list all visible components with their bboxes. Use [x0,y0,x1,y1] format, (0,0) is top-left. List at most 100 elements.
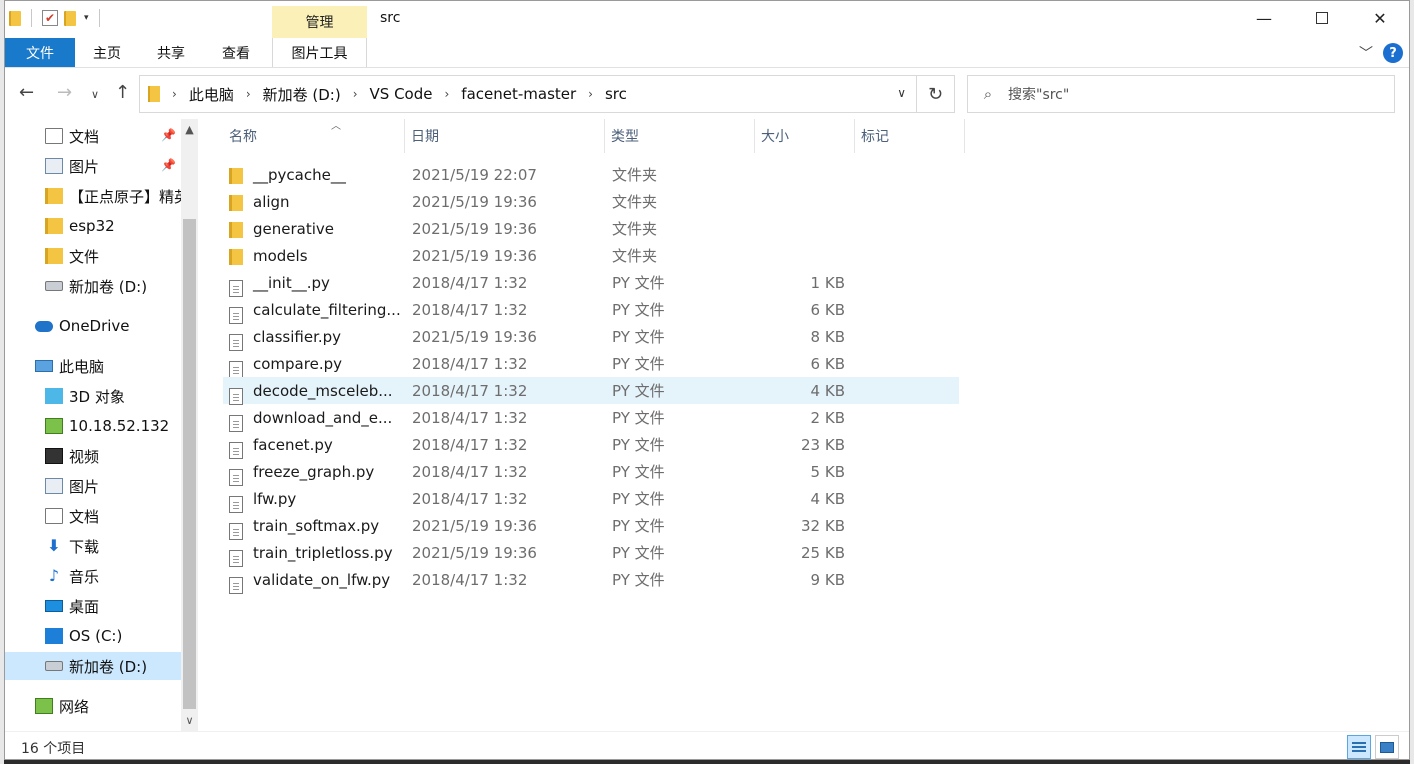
table-row[interactable]: generative 2021/5/19 19:36 文件夹 [223,215,959,242]
scroll-up-icon[interactable]: ▲ [181,123,198,136]
sidebar-item-quick-documents[interactable]: 文档 [45,122,99,150]
tab-picture-tools[interactable]: 图片工具 [272,38,367,67]
scrollbar-thumb[interactable] [183,219,196,709]
file-date: 2021/5/19 19:36 [412,219,537,238]
sidebar-item-label: 【正点原子】精英 [69,187,181,206]
table-row[interactable]: lfw.py 2018/4/17 1:32 PY 文件 4 KB [223,485,959,513]
column-header-name[interactable]: 名称 ︿ [223,119,405,153]
refresh-button[interactable]: ↻ [917,75,955,113]
sidebar-item-downloads[interactable]: ⬇ 下载 [45,532,99,560]
sidebar-scrollbar[interactable]: ▲ ∨ [181,119,198,731]
chevron-right-icon[interactable]: › [444,87,449,101]
sidebar-item-this-pc[interactable]: 此电脑 [35,352,104,380]
file-size: 32 KB [801,516,845,535]
chevron-right-icon[interactable]: › [246,87,251,101]
scroll-down-icon[interactable]: ∨ [181,714,198,727]
forward-arrow-icon[interactable]: → [57,82,72,103]
back-arrow-icon[interactable]: ← [19,82,34,103]
tab-view[interactable]: 查看 [204,38,268,67]
up-arrow-icon[interactable]: ↑ [115,82,130,103]
breadcrumb-vs-code[interactable]: VS Code [370,85,433,103]
sidebar-item-desktop[interactable]: 桌面 [45,592,99,620]
column-header-date[interactable]: 日期 [405,119,605,153]
properties-icon[interactable]: ✔ [42,10,58,26]
sidebar-item-files[interactable]: 文件 [45,242,99,270]
breadcrumb-this-pc[interactable]: 此电脑 [189,84,234,105]
maximize-button[interactable] [1293,1,1351,35]
sidebar-item-music[interactable]: ♪ 音乐 [45,562,99,590]
sidebar-item-zhengdian-yuanzi[interactable]: 【正点原子】精英 [45,182,181,210]
breadcrumb-drive-d[interactable]: 新加卷 (D:) [263,84,341,105]
file-size: 6 KB [810,354,845,373]
new-folder-icon[interactable] [64,10,76,26]
file-size: 8 KB [810,327,845,346]
column-header-tags[interactable]: 标记 [855,119,965,153]
pin-icon[interactable]: 📌 [161,158,176,172]
sidebar-item-esp32[interactable]: esp32 [45,212,115,240]
address-bar[interactable]: › 此电脑 › 新加卷 (D:) › VS Code › facenet-mas… [139,75,917,113]
large-icons-view-button[interactable] [1375,735,1399,759]
table-row[interactable]: validate_on_lfw.py 2018/4/17 1:32 PY 文件 9 K… [223,566,959,594]
help-icon[interactable]: ? [1383,43,1403,63]
breadcrumb-facenet-master[interactable]: facenet-master [461,85,576,103]
file-date: 2021/5/19 19:36 [412,516,537,535]
table-row[interactable]: decode_msceleb... 2018/4/17 1:32 PY 文件 4 KB [223,377,959,405]
sidebar-item-label: esp32 [69,217,115,235]
pictures-icon [45,478,63,494]
tab-file[interactable]: 文件 [5,38,75,67]
column-header-size[interactable]: 大小 [755,119,855,153]
expand-ribbon-chevron-icon[interactable]: ﹀ [1359,43,1373,63]
table-row[interactable]: calculate_filtering... 2018/4/17 1:32 PY 文… [223,296,959,324]
customize-toolbar-icon[interactable]: ▾ [84,13,89,23]
file-name: decode_msceleb... [253,381,393,400]
pin-icon[interactable]: 📌 [161,128,176,142]
sidebar-item-os-c[interactable]: OS (C:) [45,622,122,650]
close-button[interactable]: ✕ [1351,1,1409,35]
document-icon [45,128,63,144]
table-row[interactable]: models 2021/5/19 19:36 文件夹 [223,242,959,269]
table-row[interactable]: train_tripletloss.py 2021/5/19 19:36 PY 文件… [223,539,959,567]
tab-share[interactable]: 共享 [139,38,203,67]
file-name: align [253,192,290,211]
manage-context-tab[interactable]: 管理 [272,6,367,38]
sidebar-item-quick-drive-d[interactable]: 新加卷 (D:) [45,272,147,300]
sidebar-item-drive-d[interactable]: 新加卷 (D:) [5,652,181,680]
table-row[interactable]: classifier.py 2021/5/19 19:36 PY 文件 8 KB [223,323,959,351]
table-row[interactable]: __init__.py 2018/4/17 1:32 PY 文件 1 KB [223,269,959,297]
table-row[interactable]: align 2021/5/19 19:36 文件夹 [223,188,959,215]
table-row[interactable]: facenet.py 2018/4/17 1:32 PY 文件 23 KB [223,431,959,459]
chevron-right-icon[interactable]: › [353,87,358,101]
table-row[interactable]: compare.py 2018/4/17 1:32 PY 文件 6 KB [223,350,959,378]
sidebar-item-3d-objects[interactable]: 3D 对象 [45,382,125,410]
sidebar-item-documents[interactable]: 文档 [45,502,99,530]
table-row[interactable]: freeze_graph.py 2018/4/17 1:32 PY 文件 5 KB [223,458,959,486]
column-header-type[interactable]: 类型 [605,119,755,153]
minimize-button[interactable]: — [1235,1,1293,35]
column-header-label: 名称 [229,129,257,145]
table-row[interactable]: train_softmax.py 2021/5/19 19:36 PY 文件 32 K… [223,512,959,540]
sidebar-item-network-drive[interactable]: 10.18.52.132 [45,412,169,440]
drive-icon [45,281,63,291]
table-row[interactable]: __pycache__ 2021/5/19 22:07 文件夹 [223,161,959,188]
sidebar-item-pictures[interactable]: 图片 [45,472,99,500]
details-view-button[interactable] [1347,735,1371,759]
table-row[interactable]: download_and_e... 2018/4/17 1:32 PY 文件 2 KB [223,404,959,432]
file-date: 2021/5/19 19:36 [412,327,537,346]
chevron-right-icon[interactable]: › [172,87,177,101]
sidebar-item-label: 此电脑 [59,357,105,376]
file-icon [229,577,243,594]
file-name: freeze_graph.py [253,462,375,481]
sidebar-item-quick-pictures[interactable]: 图片 [45,152,99,180]
sidebar-item-videos[interactable]: 视频 [45,442,99,470]
tab-home[interactable]: 主页 [76,38,138,67]
file-name: train_softmax.py [253,516,380,535]
recent-locations-chevron-icon[interactable]: ∨ [91,88,99,101]
sidebar-item-network[interactable]: 网络 [35,692,89,720]
chevron-right-icon[interactable]: › [588,87,593,101]
sidebar-item-onedrive[interactable]: OneDrive [35,312,130,340]
file-icon [229,550,243,567]
search-input[interactable]: ⌕ 搜索"src" [967,75,1395,113]
address-history-dropdown-icon[interactable]: ∨ [897,86,906,100]
file-type: PY 文件 [612,301,665,319]
breadcrumb-src[interactable]: src [605,85,627,103]
